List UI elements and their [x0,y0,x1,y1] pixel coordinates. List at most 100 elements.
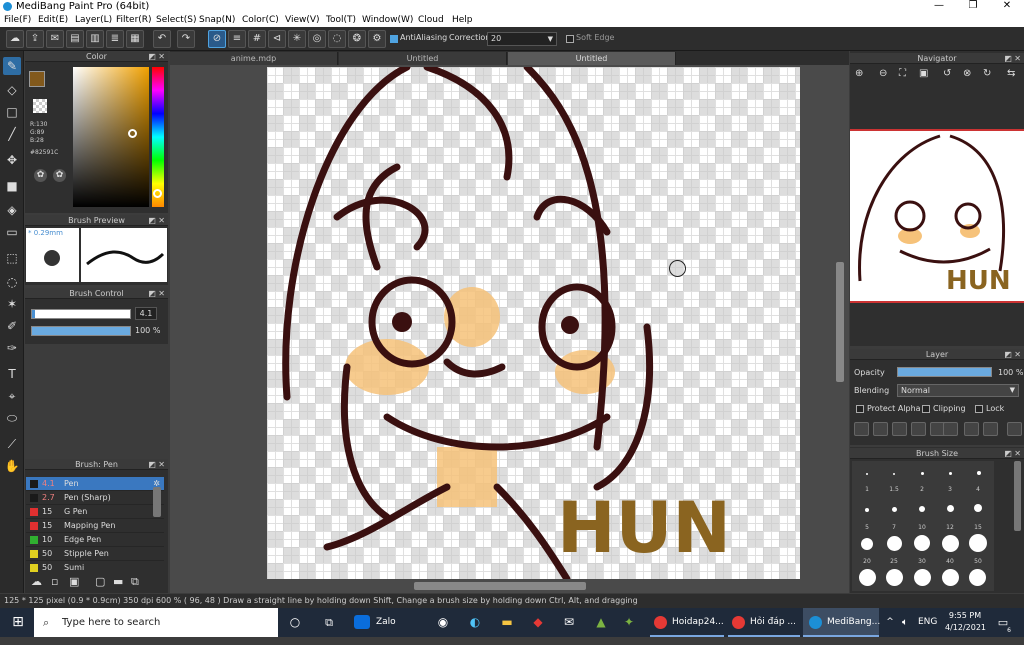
operation-tool-icon[interactable]: ⌖ [3,387,21,405]
size-dot[interactable] [919,506,925,512]
brush-folder-icon[interactable]: ▬ [113,575,123,588]
size-dot[interactable] [974,504,982,512]
blending-select[interactable]: Normal ▼ [897,384,1019,397]
ellipse-snap-icon[interactable]: ❂ [348,30,366,48]
dot-tool-icon[interactable]: □ [3,103,21,121]
brush-add-icon[interactable]: ▣ [69,575,79,588]
menu-edit[interactable]: Edit(E) [38,14,68,27]
taskbar-search-box[interactable]: ⌕ Type here to search [34,608,278,637]
lasso-tool-icon[interactable]: ◌ [3,273,21,291]
taskbar-app-zalo[interactable]: Zalo [352,608,412,637]
taskbar-app-hoidap247[interactable]: Hoidap24... [650,608,724,637]
taskbar-app-medibang[interactable]: MediBang... [803,608,880,637]
size-dot[interactable] [947,505,954,512]
fit-icon[interactable]: ⛶ [899,68,906,79]
size-dot[interactable] [887,536,902,551]
saturation-value-picker[interactable] [73,67,149,207]
cortana-icon[interactable]: ○ [286,608,304,637]
size-dot[interactable] [866,473,868,475]
brush-item-sumi[interactable]: 50 Sumi [26,561,164,573]
size-dot[interactable] [914,535,930,551]
music-app-icon[interactable]: ◉ [434,608,452,637]
new-1bit-layer-icon[interactable] [911,422,926,436]
menu-window[interactable]: Window(W) [362,14,413,27]
tray-chevron-icon[interactable]: ^ [884,608,896,637]
taskbar-app-icon-2[interactable]: ✦ [620,608,638,637]
tab-untitled-2[interactable]: Untitled [508,52,676,65]
settings-icon[interactable]: ⚙ [368,30,386,48]
minimize-button[interactable]: — [924,0,954,13]
menu-cloud[interactable]: Cloud [418,14,444,27]
layer-merge-icon[interactable] [983,422,998,436]
divide-tool-icon[interactable]: ⬭ [3,409,21,427]
select-pen-tool-icon[interactable]: ✐ [3,317,21,335]
task-view-icon[interactable]: ⧉ [320,608,338,637]
menu-snap[interactable]: Snap(N) [199,14,235,27]
layer-opacity-slider[interactable] [897,367,992,377]
size-dot[interactable] [893,473,895,475]
taskbar-app-icon[interactable]: ▲ [592,608,610,637]
size-dot[interactable] [892,507,897,512]
menu-filter[interactable]: Filter(R) [116,14,152,27]
palette-icon[interactable]: ✿ [34,169,47,182]
magic-wand-tool-icon[interactable]: ✶ [3,295,21,313]
soft-edge-checkbox[interactable] [566,35,574,43]
brush-opacity-slider[interactable] [31,326,131,336]
curve-snap-icon[interactable]: ◌ [328,30,346,48]
hue-slider-handle[interactable] [153,189,162,198]
brush-tool-icon[interactable]: ✎ [3,57,21,75]
text-tool-icon[interactable]: T [3,365,21,383]
brush-item-g-pen[interactable]: 15 G Pen [26,505,164,519]
tab-untitled-1[interactable]: Untitled [339,52,507,65]
menu-color[interactable]: Color(C) [242,14,279,27]
menu-select[interactable]: Select(S) [156,14,197,27]
size-dot[interactable] [969,534,987,552]
roblox-icon[interactable]: ◆ [529,608,547,637]
new-layer-icon[interactable] [854,422,869,436]
eyedropper-tool-icon[interactable]: ⟋ [3,435,21,453]
snap-off-icon[interactable]: ⊘ [208,30,226,48]
size-dot[interactable] [942,569,959,586]
layer-delete-icon[interactable] [1007,422,1022,436]
menu-help[interactable]: Help [452,14,473,27]
fill-shape-tool-icon[interactable]: ■ [3,177,21,195]
zoom-in-icon[interactable]: ⊕ [855,68,863,79]
new-8bit-layer-icon[interactable] [892,422,907,436]
parallel-snap-icon[interactable]: ≡ [228,30,246,48]
navigator-preview[interactable]: HUN [850,129,1024,303]
actual-size-icon[interactable]: ▣ [919,68,928,79]
rotate-reset-icon[interactable]: ⊗ [963,68,971,79]
bucket-tool-icon[interactable]: ◈ [3,201,21,219]
rotate-right-icon[interactable]: ↻ [983,68,991,79]
brush-duplicate-icon[interactable]: ⧉ [131,575,139,589]
grid-snap-icon[interactable]: # [248,30,266,48]
concentric-snap-icon[interactable]: ◎ [308,30,326,48]
edge-icon[interactable]: ◐ [466,608,484,637]
brush-item-mapping-pen[interactable]: 15 Mapping Pen [26,519,164,533]
gradient-tool-icon[interactable]: ▭ [3,223,21,241]
menu-layer[interactable]: Layer(L) [75,14,112,27]
size-dot[interactable] [865,508,869,512]
mail-icon[interactable]: ✉ [560,608,578,637]
clipping-checkbox[interactable] [922,405,930,413]
maximize-button[interactable]: ❐ [958,0,988,13]
canvas-vertical-scrollbar[interactable] [836,262,844,382]
brush-cloud-icon[interactable]: ☁ [31,575,42,588]
file-explorer-icon[interactable]: ▬ [498,608,516,637]
perspective-snap-icon[interactable]: ⊲ [268,30,286,48]
hand-tool-icon[interactable]: ✋ [3,457,21,475]
select-tool-icon[interactable]: ⬚ [3,249,21,267]
menu-tool[interactable]: Tool(T) [326,14,356,27]
windows-start-icon[interactable]: ⊞ [6,608,30,637]
redo-icon[interactable]: ↷ [177,30,195,48]
size-dot[interactable] [859,569,876,586]
taskbar-app-hoidap[interactable]: Hỏi đáp ... [728,608,800,637]
size-dot[interactable] [921,472,924,475]
drawing-canvas[interactable]: HUN [267,67,800,579]
cloud-icon[interactable]: ☁ [6,30,24,48]
menu-file[interactable]: File(F) [4,14,31,27]
size-dot[interactable] [949,472,952,475]
size-dot[interactable] [886,569,903,586]
tab-anime[interactable]: anime.mdp [170,52,338,65]
brush-item-stipple-pen[interactable]: 50 Stipple Pen [26,547,164,561]
